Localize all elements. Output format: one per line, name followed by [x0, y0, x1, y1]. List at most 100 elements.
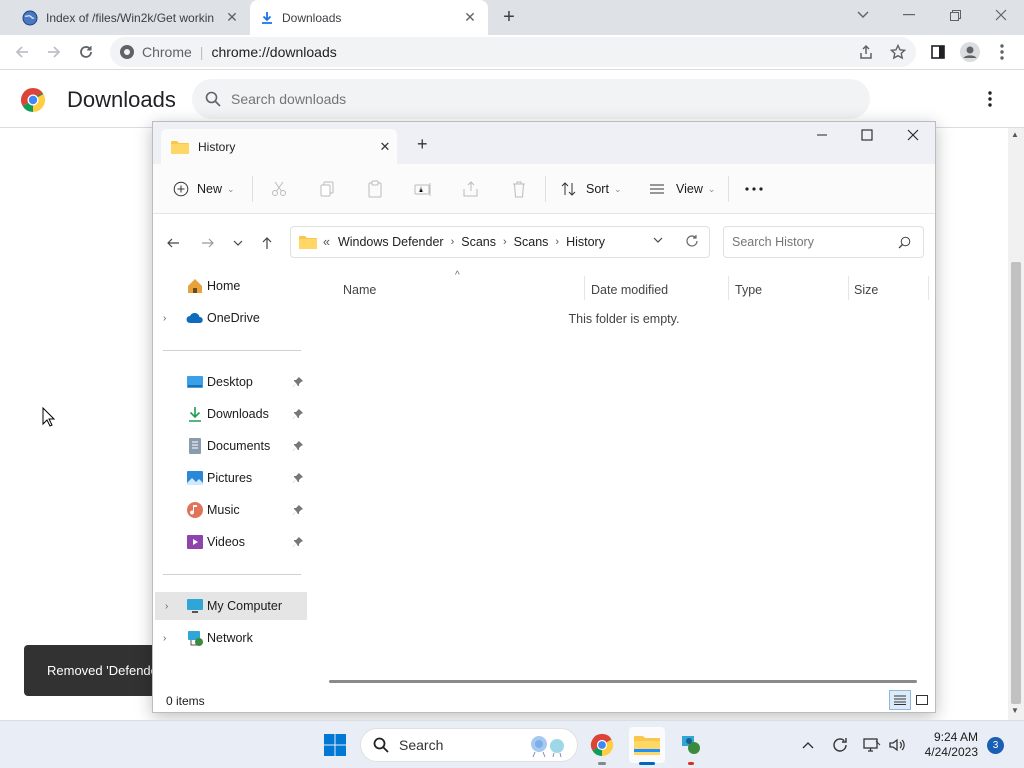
- horizontal-scrollbar[interactable]: [329, 680, 917, 683]
- chevron-down-icon: ⌄: [227, 183, 235, 194]
- nav-onedrive[interactable]: › OneDrive: [153, 304, 309, 332]
- chrome-logo-icon: [20, 87, 46, 113]
- minimize-icon[interactable]: [815, 128, 829, 142]
- close-tab-icon[interactable]: ✕: [224, 9, 240, 26]
- pin-icon[interactable]: [293, 505, 303, 515]
- address-dropdown-icon[interactable]: [653, 237, 663, 243]
- page-scrollbar-thumb[interactable]: [1011, 262, 1021, 704]
- breadcrumb-item[interactable]: Scans: [514, 235, 549, 249]
- scroll-down-icon[interactable]: ▼: [1011, 706, 1019, 715]
- taskbar-clock[interactable]: 9:24 AM 4/24/2023: [918, 730, 978, 760]
- bookmark-star-icon[interactable]: [884, 38, 912, 66]
- search-history-input[interactable]: [732, 235, 892, 249]
- rename-icon[interactable]: [414, 180, 432, 198]
- sort-button[interactable]: Sort ⌄: [561, 174, 621, 204]
- nav-downloads[interactable]: Downloads: [153, 400, 309, 428]
- nav-home[interactable]: Home: [153, 272, 309, 300]
- refresh-icon[interactable]: [685, 234, 699, 248]
- new-tab-button[interactable]: +: [498, 7, 520, 29]
- address-bar[interactable]: Chrome | chrome://downloads: [110, 37, 916, 67]
- address-separator: |: [199, 44, 204, 60]
- copy-icon[interactable]: [318, 180, 336, 198]
- new-button[interactable]: New ⌄: [173, 174, 235, 204]
- network-status-icon[interactable]: [862, 735, 882, 755]
- column-header-date-modified[interactable]: Date modified: [561, 276, 727, 304]
- nav-pictures[interactable]: Pictures: [153, 464, 309, 492]
- forward-icon[interactable]: [40, 38, 68, 66]
- search-downloads-input[interactable]: [231, 91, 731, 107]
- search-history-field[interactable]: [723, 226, 924, 258]
- share-icon[interactable]: [852, 38, 880, 66]
- tiles-view-icon[interactable]: [911, 690, 933, 710]
- paste-icon[interactable]: [366, 180, 384, 198]
- reload-icon[interactable]: [72, 38, 100, 66]
- divider: [728, 176, 729, 202]
- profile-avatar-icon[interactable]: [956, 38, 984, 66]
- column-header-size[interactable]: Size: [824, 276, 924, 304]
- chrome-menu-icon[interactable]: [988, 38, 1016, 66]
- downloads-menu-icon[interactable]: [976, 85, 1004, 113]
- nav-music[interactable]: Music: [153, 496, 309, 524]
- forward-icon[interactable]: [197, 232, 219, 254]
- nav-documents[interactable]: Documents: [153, 432, 309, 460]
- close-window-icon[interactable]: [906, 128, 920, 142]
- new-explorer-tab-icon[interactable]: +: [417, 134, 428, 155]
- file-explorer-taskbar-icon[interactable]: [629, 727, 665, 763]
- close-tab-icon[interactable]: ✕: [462, 9, 478, 26]
- breadcrumb-item[interactable]: Windows Defender: [338, 235, 444, 249]
- recent-locations-icon[interactable]: [227, 232, 249, 254]
- breadcrumb[interactable]: « Windows Defender › Scans › Scans › His…: [290, 226, 710, 258]
- taskbar-search-label: Search: [399, 737, 444, 753]
- details-view-icon[interactable]: [889, 690, 911, 710]
- breadcrumb-overflow[interactable]: «: [323, 235, 330, 249]
- up-folder-icon[interactable]: [256, 232, 278, 254]
- breadcrumb-item[interactable]: History: [566, 235, 605, 249]
- pin-icon[interactable]: [293, 537, 303, 547]
- chrome-taskbar-icon[interactable]: [584, 727, 620, 763]
- explorer-address-row: « Windows Defender › Scans › Scans › His…: [153, 214, 935, 270]
- delete-icon[interactable]: [510, 180, 528, 198]
- chevron-right-icon[interactable]: ›: [165, 601, 177, 612]
- nav-desktop[interactable]: Desktop: [153, 368, 309, 396]
- back-icon[interactable]: [162, 232, 184, 254]
- column-header-type[interactable]: Type: [705, 276, 821, 304]
- tab-index-files[interactable]: Index of /files/Win2k/Get workin ✕: [12, 0, 250, 35]
- sync-icon[interactable]: [830, 735, 850, 755]
- column-divider[interactable]: [928, 276, 929, 300]
- pin-icon[interactable]: [293, 473, 303, 483]
- chevron-right-icon[interactable]: ›: [163, 633, 175, 644]
- notification-badge[interactable]: 3: [987, 737, 1004, 754]
- chevron-right-icon: ›: [555, 236, 560, 248]
- breadcrumb-item[interactable]: Scans: [461, 235, 496, 249]
- search-downloads-field[interactable]: [192, 79, 870, 119]
- chevron-right-icon[interactable]: ›: [163, 313, 175, 324]
- taskbar-search[interactable]: Search: [360, 728, 578, 762]
- chevron-up-icon[interactable]: [798, 735, 818, 755]
- cloud-icon: [186, 309, 204, 327]
- restore-icon[interactable]: [941, 4, 969, 26]
- pin-icon[interactable]: [293, 441, 303, 451]
- start-windows-icon[interactable]: [317, 727, 353, 763]
- scroll-up-icon[interactable]: ▲: [1011, 130, 1019, 139]
- nav-my-computer[interactable]: › My Computer: [155, 592, 307, 620]
- share-icon[interactable]: [462, 180, 480, 198]
- pin-icon[interactable]: [293, 409, 303, 419]
- pin-icon[interactable]: [293, 377, 303, 387]
- more-options-icon[interactable]: [745, 174, 763, 204]
- view-button[interactable]: View ⌄: [649, 174, 715, 204]
- cut-icon[interactable]: [270, 180, 288, 198]
- close-window-icon[interactable]: [987, 4, 1015, 26]
- side-panel-icon[interactable]: [924, 38, 952, 66]
- maximize-icon[interactable]: [860, 128, 874, 142]
- volume-icon[interactable]: [887, 735, 907, 755]
- network-app-taskbar-icon[interactable]: [673, 727, 709, 763]
- nav-videos[interactable]: Videos: [153, 528, 309, 556]
- column-header-name[interactable]: Name: [313, 276, 583, 304]
- tab-search-icon[interactable]: [849, 4, 877, 26]
- nav-network[interactable]: › Network: [153, 624, 309, 652]
- back-icon[interactable]: [8, 38, 36, 66]
- minimize-icon[interactable]: [895, 4, 923, 26]
- explorer-tab-history[interactable]: History ✕: [161, 129, 397, 164]
- close-tab-icon[interactable]: ✕: [373, 139, 397, 155]
- tab-downloads[interactable]: Downloads ✕: [250, 0, 488, 35]
